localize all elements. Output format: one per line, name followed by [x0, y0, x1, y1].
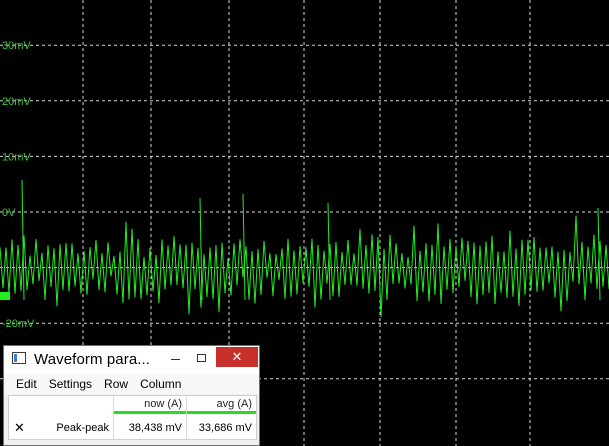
row-label-peak-peak[interactable]: Peak-peak — [27, 417, 113, 439]
minimize-icon — [170, 359, 180, 361]
window-title-bar[interactable]: Waveform para... ✕ — [4, 346, 259, 374]
close-button[interactable]: ✕ — [216, 347, 258, 367]
window-title: Waveform para... — [34, 351, 151, 368]
y-axis-label: 30mV — [2, 40, 31, 52]
y-axis-label: 10mV — [2, 151, 31, 163]
value-now: 38,438 mV — [128, 422, 182, 434]
menu-column[interactable]: Column — [134, 374, 187, 394]
column-header-avg[interactable]: avg (A) — [187, 396, 256, 414]
remove-row-icon[interactable]: ✕ — [14, 417, 26, 439]
value-avg: 33,686 mV — [198, 422, 252, 434]
menu-bar: Edit Settings Row Column — [4, 374, 259, 394]
parameters-table: now (A) avg (A) ✕ Peak-peak 38,438 mV 33… — [8, 395, 257, 440]
app-window-icon — [12, 352, 26, 364]
waveform-parameters-window[interactable]: Waveform para... ✕ Edit Settings Row Col… — [3, 345, 260, 446]
menu-edit[interactable]: Edit — [4, 374, 43, 394]
waveform-spike — [242, 193, 246, 301]
menu-settings[interactable]: Settings — [43, 374, 98, 394]
minimize-button[interactable] — [162, 347, 188, 367]
y-axis-label: 0V — [2, 207, 16, 219]
column-header-now[interactable]: now (A) — [114, 396, 186, 414]
menu-row[interactable]: Row — [98, 374, 134, 394]
y-axis-label: 20mV — [2, 96, 31, 108]
close-icon: ✕ — [231, 349, 243, 364]
channel-ground-marker — [0, 292, 10, 300]
maximize-icon — [196, 353, 206, 362]
maximize-button[interactable] — [188, 347, 214, 367]
waveform-spike — [597, 207, 601, 301]
y-axis-label: -20mV — [2, 318, 35, 330]
